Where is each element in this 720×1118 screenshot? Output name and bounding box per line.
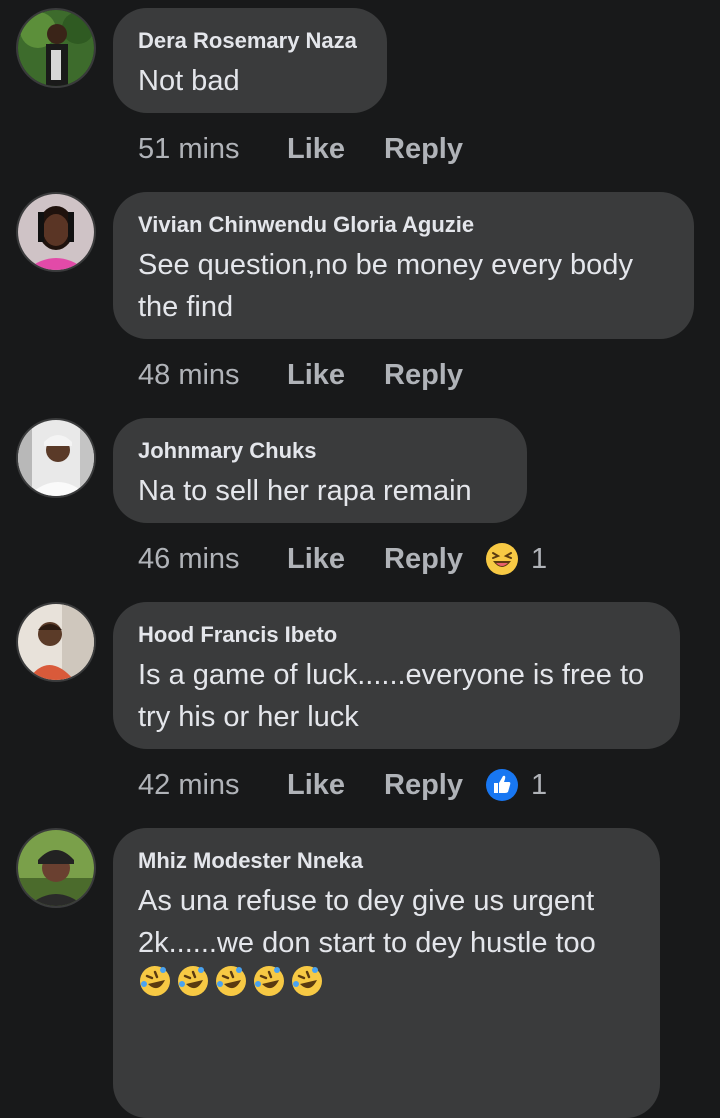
- comment-bubble: Hood Francis Ibeto Is a game of luck....…: [113, 602, 680, 749]
- avatar[interactable]: [18, 604, 94, 680]
- reaction-count: 1: [530, 768, 548, 801]
- commenter-name[interactable]: Vivian Chinwendu Gloria Aguzie: [138, 212, 668, 238]
- comment-actions: 42 mins Like Reply 1: [138, 765, 547, 805]
- reply-button[interactable]: Reply: [384, 543, 463, 576]
- comment-timestamp[interactable]: 48 mins: [138, 359, 287, 392]
- commenter-name[interactable]: Johnmary Chuks: [138, 438, 501, 464]
- commenter-name[interactable]: Dera Rosemary Naza: [138, 28, 361, 54]
- comment-text: Not bad: [138, 65, 240, 97]
- comment-actions: 51 mins Like Reply: [138, 129, 463, 169]
- reaction-count: 1: [530, 542, 548, 575]
- reaction-summary[interactable]: 1: [485, 542, 547, 576]
- thumbs-up-icon: [485, 769, 518, 801]
- comment-text-content: As una refuse to dey give us urgent 2k..…: [138, 885, 603, 959]
- comment-timestamp[interactable]: 46 mins: [138, 543, 287, 576]
- like-button[interactable]: Like: [287, 769, 384, 802]
- rofl-emoji-icon: [216, 966, 246, 996]
- comment-text: As una refuse to dey give us urgent 2k..…: [138, 880, 634, 1006]
- comment-bubble: Vivian Chinwendu Gloria Aguzie See quest…: [113, 192, 694, 339]
- reply-button[interactable]: Reply: [384, 769, 463, 802]
- like-button[interactable]: Like: [287, 133, 384, 166]
- avatar[interactable]: [18, 10, 94, 86]
- reaction-summary[interactable]: 1: [485, 768, 547, 802]
- rofl-emoji-icon: [140, 966, 170, 996]
- comment-actions: 46 mins Like Reply 1: [138, 539, 547, 579]
- reply-button[interactable]: Reply: [384, 133, 463, 166]
- commenter-name[interactable]: Hood Francis Ibeto: [138, 622, 654, 648]
- rofl-emoji-icon: [254, 966, 284, 996]
- comment-timestamp[interactable]: 42 mins: [138, 769, 287, 802]
- comment-timestamp[interactable]: 51 mins: [138, 133, 287, 166]
- comment-text: See question,no be money every body the …: [138, 249, 642, 323]
- commenter-name[interactable]: Mhiz Modester Nneka: [138, 848, 634, 874]
- avatar[interactable]: [18, 420, 94, 496]
- comment-bubble: Mhiz Modester Nneka As una refuse to dey…: [113, 828, 660, 1118]
- comment-bubble: Dera Rosemary Naza Not bad: [113, 8, 387, 113]
- comment-text: Na to sell her rapa remain: [138, 475, 472, 507]
- avatar[interactable]: [18, 830, 94, 906]
- rofl-emoji-icon: [292, 966, 322, 996]
- comment-bubble: Johnmary Chuks Na to sell her rapa remai…: [113, 418, 527, 523]
- avatar[interactable]: [18, 194, 94, 270]
- like-button[interactable]: Like: [287, 543, 384, 576]
- like-button[interactable]: Like: [287, 359, 384, 392]
- reply-button[interactable]: Reply: [384, 359, 463, 392]
- rofl-emoji-icon: [178, 966, 208, 996]
- laughing-emoji-icon: [485, 543, 518, 575]
- emoji-trail: [138, 964, 328, 998]
- comment-text: Is a game of luck......everyone is free …: [138, 659, 653, 733]
- comment-actions: 48 mins Like Reply: [138, 355, 463, 395]
